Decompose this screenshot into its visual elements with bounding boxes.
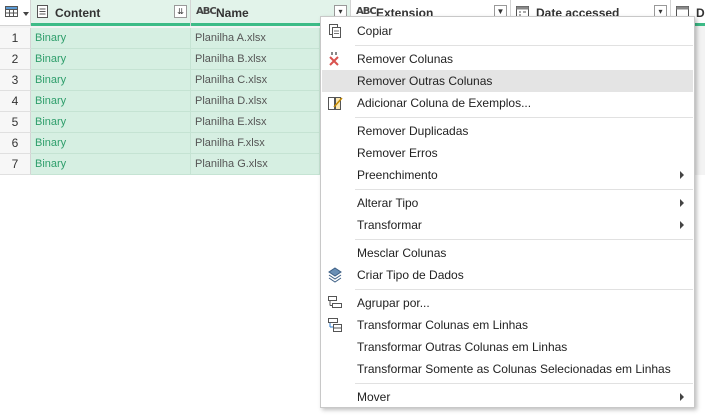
row-number[interactable]: 6 — [0, 133, 31, 154]
menu-separator — [355, 117, 693, 118]
menu-item-label: Mesclar Colunas — [357, 246, 447, 260]
menu-item-label: Transformar Somente as Colunas Seleciona… — [357, 362, 671, 376]
menu-item-label: Remover Outras Colunas — [357, 74, 493, 88]
menu-item-copy[interactable]: Copiar — [322, 20, 693, 42]
abc-text-icon: ABC — [196, 6, 217, 17]
menu-item-label: Transformar — [357, 218, 422, 232]
menu-item-create-data-type[interactable]: Criar Tipo de Dados — [322, 264, 693, 286]
menu-item-unpivot-columns[interactable]: Transformar Colunas em Linhas — [322, 314, 693, 336]
menu-item-fill[interactable]: Preenchimento — [322, 164, 693, 186]
row-number[interactable]: 1 — [0, 28, 31, 49]
data-type-icon — [328, 267, 342, 283]
menu-item-label: Preenchimento — [357, 168, 438, 182]
menu-item-remove-other-columns[interactable]: Remover Outras Colunas — [322, 70, 693, 92]
remove-columns-icon — [329, 52, 339, 66]
content-cell[interactable]: Binary — [31, 112, 191, 133]
column-quality-bar — [31, 23, 190, 26]
menu-item-remove-duplicates[interactable]: Remover Duplicadas — [322, 120, 693, 142]
content-cell[interactable]: Binary — [31, 91, 191, 112]
name-cell[interactable]: Planilha E.xlsx — [191, 112, 320, 133]
menu-item-merge-columns[interactable]: Mesclar Colunas — [322, 242, 693, 264]
content-cell[interactable]: Binary — [31, 70, 191, 91]
column-from-examples-icon — [328, 97, 343, 110]
content-cell[interactable]: Binary — [31, 133, 191, 154]
submenu-arrow-icon — [680, 221, 684, 229]
row-number[interactable]: 3 — [0, 70, 31, 91]
name-cell[interactable]: Planilha C.xlsx — [191, 70, 320, 91]
menu-separator — [355, 239, 693, 240]
menu-item-label: Transformar Outras Colunas em Linhas — [357, 340, 568, 354]
menu-item-move[interactable]: Mover — [322, 386, 693, 408]
submenu-arrow-icon — [680, 393, 684, 401]
column-context-menu: Copiar Remover Colunas Remover Outras Co… — [320, 16, 695, 408]
table-cell-icon — [37, 5, 48, 18]
chevron-down-icon — [23, 12, 29, 16]
content-cell[interactable]: Binary — [31, 28, 191, 49]
expand-icon[interactable]: ⇊ — [174, 5, 187, 18]
name-cell[interactable]: Planilha G.xlsx — [191, 154, 320, 175]
menu-item-label: Remover Colunas — [357, 52, 454, 66]
name-cell[interactable]: Planilha B.xlsx — [191, 49, 320, 70]
content-cell[interactable]: Binary — [31, 49, 191, 70]
menu-separator — [355, 289, 693, 290]
menu-separator — [355, 189, 693, 190]
name-cell[interactable]: Planilha A.xlsx — [191, 28, 320, 49]
row-number[interactable]: 4 — [0, 91, 31, 112]
table-icon — [5, 6, 18, 17]
menu-item-label: Remover Erros — [357, 146, 438, 160]
row-number[interactable]: 7 — [0, 154, 31, 175]
menu-item-unpivot-other-columns[interactable]: Transformar Outras Colunas em Linhas — [322, 336, 693, 358]
submenu-arrow-icon — [680, 199, 684, 207]
menu-separator — [355, 383, 693, 384]
row-number[interactable]: 5 — [0, 112, 31, 133]
name-cell[interactable]: Planilha D.xlsx — [191, 91, 320, 112]
column-label-content: Content — [55, 6, 101, 20]
column-label-name: Name — [216, 6, 249, 20]
menu-item-label: Remover Duplicadas — [357, 124, 469, 138]
menu-item-label: Copiar — [357, 24, 393, 38]
menu-item-label: Mover — [357, 390, 391, 404]
menu-item-label: Alterar Tipo — [357, 196, 419, 210]
menu-item-remove-errors[interactable]: Remover Erros — [322, 142, 693, 164]
menu-item-group-by[interactable]: Agrupar por... — [322, 292, 693, 314]
column-header-content[interactable]: Content ⇊ — [31, 0, 191, 26]
submenu-arrow-icon — [680, 171, 684, 179]
menu-item-label: Agrupar por... — [357, 296, 430, 310]
name-cell[interactable]: Planilha F.xlsx — [191, 133, 320, 154]
menu-item-remove-columns[interactable]: Remover Colunas — [322, 48, 693, 70]
menu-item-label: Adicionar Coluna de Exemplos... — [357, 96, 532, 110]
menu-item-column-from-examples[interactable]: Adicionar Coluna de Exemplos... — [322, 92, 693, 114]
menu-separator — [355, 45, 693, 46]
column-label-date-partial: Da — [696, 6, 705, 20]
menu-item-transform[interactable]: Transformar — [322, 214, 693, 236]
copy-icon — [329, 24, 341, 38]
menu-item-unpivot-selected-columns[interactable]: Transformar Somente as Colunas Seleciona… — [322, 358, 693, 380]
unpivot-icon — [328, 318, 342, 332]
group-by-icon — [328, 296, 342, 308]
menu-item-label: Criar Tipo de Dados — [357, 268, 464, 282]
table-selector[interactable] — [0, 0, 31, 26]
row-number[interactable]: 2 — [0, 49, 31, 70]
menu-item-change-type[interactable]: Alterar Tipo — [322, 192, 693, 214]
content-cell[interactable]: Binary — [31, 154, 191, 175]
menu-item-label: Transformar Colunas em Linhas — [357, 318, 528, 332]
